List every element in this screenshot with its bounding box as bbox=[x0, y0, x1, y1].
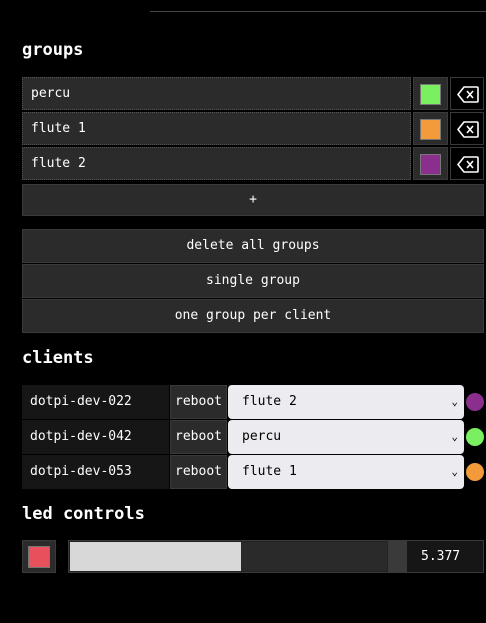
group-row: percu bbox=[22, 77, 484, 110]
clients-title: clients bbox=[22, 348, 94, 368]
one-group-per-client-button[interactable]: one group per client bbox=[22, 299, 484, 333]
backspace-icon bbox=[457, 121, 479, 138]
color-swatch bbox=[420, 119, 441, 140]
reboot-button[interactable]: reboot bbox=[170, 455, 227, 489]
chevron-down-icon: ⌄ bbox=[451, 430, 458, 443]
client-color-dot bbox=[466, 393, 484, 411]
slider-handle[interactable] bbox=[388, 541, 405, 572]
client-row: dotpi-dev-042 reboot percu ⌄ bbox=[22, 420, 484, 454]
client-name: dotpi-dev-042 bbox=[22, 420, 169, 454]
delete-group-button[interactable] bbox=[450, 147, 484, 180]
selected-group: flute 1 bbox=[242, 464, 297, 479]
client-group-select[interactable]: flute 1 ⌄ bbox=[228, 455, 464, 489]
color-swatch bbox=[420, 84, 441, 105]
group-name-input[interactable]: percu bbox=[22, 77, 411, 110]
client-name: dotpi-dev-053 bbox=[22, 455, 169, 489]
reboot-button[interactable]: reboot bbox=[170, 420, 227, 454]
reboot-button[interactable]: reboot bbox=[170, 385, 227, 419]
selected-group: flute 2 bbox=[242, 394, 297, 409]
led-controls-title: led controls bbox=[22, 504, 145, 524]
groups-title: groups bbox=[22, 40, 84, 60]
slider-fill bbox=[70, 542, 242, 571]
group-color-picker[interactable] bbox=[413, 112, 448, 145]
delete-all-groups-button[interactable]: delete all groups bbox=[22, 229, 484, 263]
client-color-dot bbox=[466, 428, 484, 446]
group-row: flute 1 bbox=[22, 112, 484, 145]
backspace-icon bbox=[457, 86, 479, 103]
client-name: dotpi-dev-022 bbox=[22, 385, 169, 419]
led-value-display: 5.377 bbox=[406, 540, 484, 573]
led-slider[interactable] bbox=[68, 540, 406, 573]
slider-track bbox=[70, 542, 387, 571]
selected-group: percu bbox=[242, 429, 282, 444]
client-group-select[interactable]: flute 2 ⌄ bbox=[228, 385, 464, 419]
led-color-picker[interactable] bbox=[22, 540, 56, 573]
client-color-dot bbox=[466, 463, 484, 481]
delete-group-button[interactable] bbox=[450, 77, 484, 110]
client-row: dotpi-dev-022 reboot flute 2 ⌄ bbox=[22, 385, 484, 419]
group-name-input[interactable]: flute 1 bbox=[22, 112, 411, 145]
delete-group-button[interactable] bbox=[450, 112, 484, 145]
color-swatch bbox=[420, 154, 441, 175]
chevron-down-icon: ⌄ bbox=[451, 465, 458, 478]
group-name-input[interactable]: flute 2 bbox=[22, 147, 411, 180]
chevron-down-icon: ⌄ bbox=[451, 395, 458, 408]
client-row: dotpi-dev-053 reboot flute 1 ⌄ bbox=[22, 455, 484, 489]
group-color-picker[interactable] bbox=[413, 77, 448, 110]
backspace-icon bbox=[457, 156, 479, 173]
top-bar bbox=[0, 0, 486, 12]
add-group-button[interactable]: + bbox=[22, 184, 484, 216]
single-group-button[interactable]: single group bbox=[22, 264, 484, 298]
group-color-picker[interactable] bbox=[413, 147, 448, 180]
client-group-select[interactable]: percu ⌄ bbox=[228, 420, 464, 454]
group-row: flute 2 bbox=[22, 147, 484, 180]
color-swatch bbox=[28, 546, 50, 568]
